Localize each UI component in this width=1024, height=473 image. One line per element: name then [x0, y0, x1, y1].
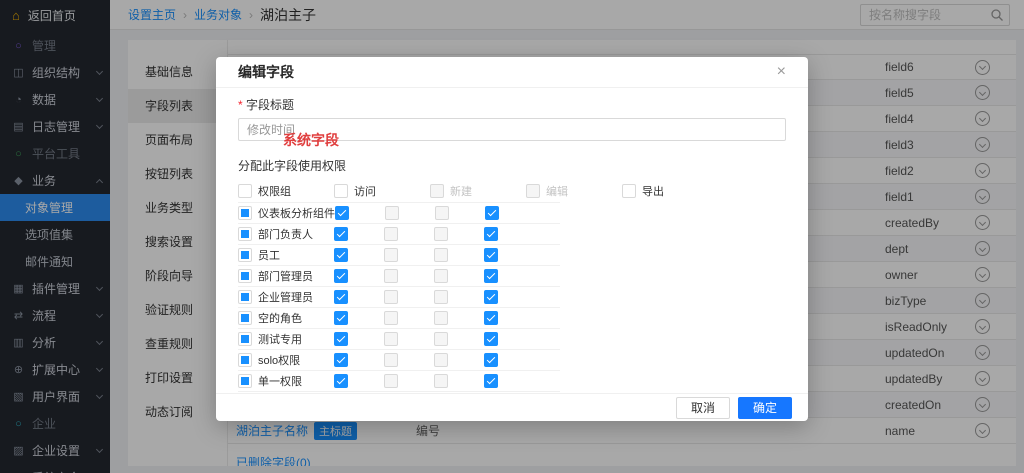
permission-group-name: 部门管理员	[258, 268, 313, 284]
group-checkbox-indeterminate[interactable]	[238, 353, 252, 367]
create-checkbox	[384, 269, 398, 283]
access-checkbox[interactable]	[334, 311, 348, 325]
group-checkbox-indeterminate[interactable]	[238, 311, 252, 325]
permission-header-cell: 新建	[430, 183, 526, 199]
export-checkbox[interactable]	[484, 269, 498, 283]
permission-group-name: 企业管理员	[258, 289, 313, 305]
permission-row: 单一权限	[238, 371, 560, 392]
access-checkbox[interactable]	[335, 206, 349, 220]
permission-row: 测试专用	[238, 329, 560, 350]
edit-checkbox	[435, 206, 449, 220]
permission-header-label: 权限组	[258, 183, 291, 199]
permission-row: 空的角色	[238, 308, 560, 329]
create-checkbox	[384, 374, 398, 388]
create-checkbox	[384, 290, 398, 304]
edit-checkbox	[434, 332, 448, 346]
app-root: ⌂ 返回首页 ○ 管理 ◫ 组织结构 ◔ 数据 ▤ 日志管理 ○	[0, 0, 1024, 473]
edit-checkbox	[434, 311, 448, 325]
permission-rows: 仪表板分析组件 部门负责人	[238, 203, 560, 392]
export-checkbox[interactable]	[484, 374, 498, 388]
export-checkbox[interactable]	[484, 332, 498, 346]
permission-group-name: 空的角色	[258, 310, 302, 326]
access-checkbox[interactable]	[334, 269, 348, 283]
modal-header: 编辑字段 ×	[216, 57, 808, 88]
header-checkbox[interactable]	[526, 184, 540, 198]
confirm-button[interactable]: 确定	[738, 397, 792, 419]
access-checkbox[interactable]	[334, 353, 348, 367]
create-checkbox	[384, 353, 398, 367]
permission-group-name: 部门负责人	[258, 226, 313, 242]
permission-header-cell: 权限组	[238, 183, 334, 199]
permission-group-name: 仪表板分析组件	[258, 205, 335, 221]
field-title-input[interactable]	[238, 118, 786, 141]
permission-row: 仪表板分析组件	[238, 203, 560, 224]
access-checkbox[interactable]	[334, 290, 348, 304]
access-checkbox[interactable]	[334, 332, 348, 346]
group-checkbox-indeterminate[interactable]	[238, 374, 252, 388]
permission-header-row: 权限组 访问 新建 编辑 导出	[238, 183, 560, 203]
group-checkbox-indeterminate[interactable]	[238, 248, 252, 262]
create-checkbox	[384, 227, 398, 241]
create-checkbox	[385, 206, 399, 220]
export-checkbox[interactable]	[484, 311, 498, 325]
cancel-button[interactable]: 取消	[676, 397, 730, 419]
permission-table: 权限组 访问 新建 编辑 导出	[238, 183, 560, 392]
export-checkbox[interactable]	[484, 353, 498, 367]
modal-body: 字段标题 系统字段 分配此字段使用权限 权限组 访问 新建	[216, 88, 808, 393]
access-checkbox[interactable]	[334, 248, 348, 262]
group-checkbox-indeterminate[interactable]	[238, 290, 252, 304]
modal-footer: 取消 确定	[216, 393, 808, 421]
edit-checkbox	[434, 269, 448, 283]
create-checkbox	[384, 248, 398, 262]
field-title-label: 字段标题	[238, 96, 786, 113]
edit-checkbox	[434, 227, 448, 241]
create-checkbox	[384, 332, 398, 346]
permission-group-name: 单一权限	[258, 373, 302, 389]
permission-header-label: 访问	[354, 183, 376, 199]
permission-row: 企业管理员	[238, 287, 560, 308]
header-checkbox[interactable]	[334, 184, 348, 198]
permission-header-cell: 访问	[334, 183, 430, 199]
permission-group-name: 员工	[258, 247, 280, 263]
edit-checkbox	[434, 374, 448, 388]
access-checkbox[interactable]	[334, 227, 348, 241]
modal-title: 编辑字段	[238, 62, 294, 82]
export-checkbox[interactable]	[484, 248, 498, 262]
permission-row: 员工	[238, 245, 560, 266]
permission-header-label: 新建	[450, 183, 472, 199]
group-checkbox-indeterminate[interactable]	[238, 332, 252, 346]
permission-row: 部门负责人	[238, 224, 560, 245]
group-checkbox-indeterminate[interactable]	[238, 227, 252, 241]
edit-checkbox	[434, 290, 448, 304]
permission-group-name: solo权限	[258, 352, 300, 368]
header-checkbox[interactable]	[238, 184, 252, 198]
permission-header-label: 编辑	[546, 183, 568, 199]
permission-section-title: 分配此字段使用权限	[238, 157, 786, 174]
group-checkbox-indeterminate[interactable]	[238, 206, 252, 220]
close-icon[interactable]: ×	[777, 64, 786, 80]
header-checkbox[interactable]	[430, 184, 444, 198]
export-checkbox[interactable]	[485, 206, 499, 220]
permission-row: 部门管理员	[238, 266, 560, 287]
permission-header-label: 导出	[642, 183, 664, 199]
access-checkbox[interactable]	[334, 374, 348, 388]
permission-header-cell: 编辑	[526, 183, 622, 199]
edit-field-modal: 编辑字段 × 字段标题 系统字段 分配此字段使用权限 权限组 访问	[216, 57, 808, 421]
edit-checkbox	[434, 353, 448, 367]
permission-header-cell: 导出	[622, 183, 718, 199]
edit-checkbox	[434, 248, 448, 262]
export-checkbox[interactable]	[484, 290, 498, 304]
header-checkbox[interactable]	[622, 184, 636, 198]
group-checkbox-indeterminate[interactable]	[238, 269, 252, 283]
export-checkbox[interactable]	[484, 227, 498, 241]
permission-row: solo权限	[238, 350, 560, 371]
create-checkbox	[384, 311, 398, 325]
permission-group-name: 测试专用	[258, 331, 302, 347]
